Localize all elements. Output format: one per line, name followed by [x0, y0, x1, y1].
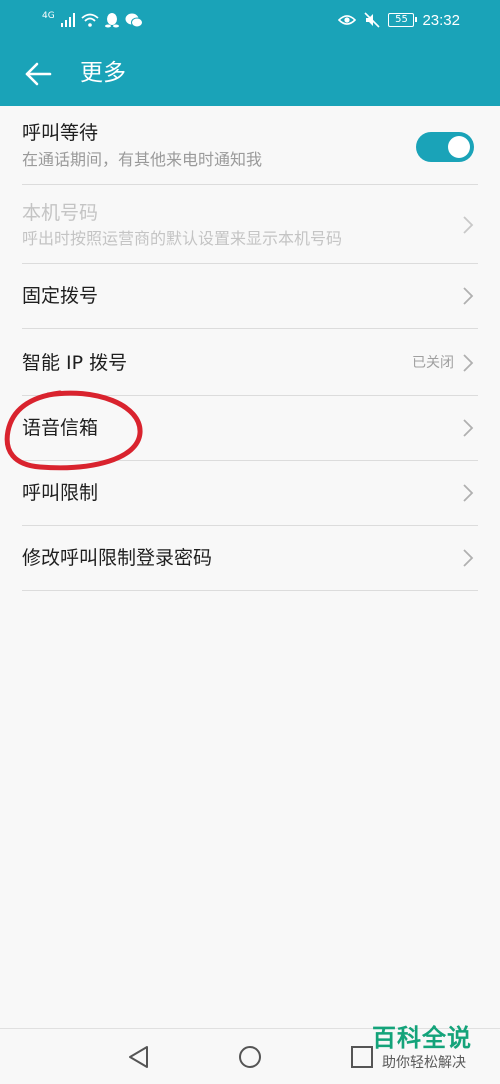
toggle-knob [448, 136, 470, 158]
wechat-icon [125, 13, 143, 27]
chevron-right-icon [463, 287, 474, 305]
chevron-right-icon [463, 549, 474, 567]
row-title: 修改呼叫限制登录密码 [22, 547, 213, 569]
settings-list: 呼叫等待 在通话期间，有其他来电时通知我 本机号码 呼出时按照运营商的默认设置来… [0, 106, 500, 591]
watermark-sub: 助你轻松解决 [382, 1055, 466, 1071]
row-title: 呼叫等待 [22, 122, 99, 144]
wifi-icon [81, 13, 99, 27]
page-title: 更多 [80, 60, 126, 86]
row-title: 本机号码 [22, 202, 99, 224]
row-caller-id: 本机号码 呼出时按照运营商的默认设置来显示本机号码 [22, 185, 478, 264]
status-left: 4G [42, 10, 143, 30]
signal-icon [60, 13, 75, 27]
row-smart-ip[interactable]: 智能 IP 拨号 已关闭 [22, 329, 478, 396]
watermark: 百科全说 助你轻松解决 [372, 1023, 492, 1079]
clock: 23:32 [422, 11, 460, 29]
row-subtitle: 呼出时按照运营商的默认设置来显示本机号码 [22, 229, 343, 248]
chevron-right-icon [463, 216, 474, 234]
toolbar: 更多 [0, 40, 500, 106]
back-button[interactable] [18, 54, 58, 94]
status-value: 已关闭 [412, 355, 454, 371]
chevron-right-icon [463, 419, 474, 437]
network-type: 4G [42, 11, 55, 21]
row-fixed-dialing[interactable]: 固定拨号 [22, 264, 478, 329]
qq-icon [104, 13, 119, 28]
mute-icon [364, 12, 381, 28]
nav-home-icon[interactable] [236, 1043, 264, 1071]
eye-icon [338, 15, 357, 25]
watermark-main: 百科全说 [372, 1024, 472, 1052]
nav-back-icon[interactable] [125, 1043, 153, 1071]
battery-indicator: 55 [388, 13, 418, 27]
row-title: 智能 IP 拨号 [22, 352, 128, 374]
row-voicemail[interactable]: 语音信箱 [22, 396, 478, 461]
chevron-right-icon [463, 484, 474, 502]
row-call-waiting[interactable]: 呼叫等待 在通话期间，有其他来电时通知我 [22, 106, 478, 185]
chevron-right-icon [463, 354, 474, 372]
status-right: 55 23:32 [338, 10, 460, 30]
row-title: 呼叫限制 [22, 482, 99, 504]
row-call-barring[interactable]: 呼叫限制 [22, 461, 478, 526]
arrow-left-icon [25, 62, 52, 86]
status-bar: 4G 55 23:32 [0, 0, 500, 40]
row-subtitle: 在通话期间，有其他来电时通知我 [22, 150, 263, 169]
call-waiting-toggle[interactable] [416, 132, 474, 162]
row-barring-password[interactable]: 修改呼叫限制登录密码 [22, 526, 478, 591]
row-title: 语音信箱 [22, 417, 99, 439]
row-title: 固定拨号 [22, 285, 99, 307]
